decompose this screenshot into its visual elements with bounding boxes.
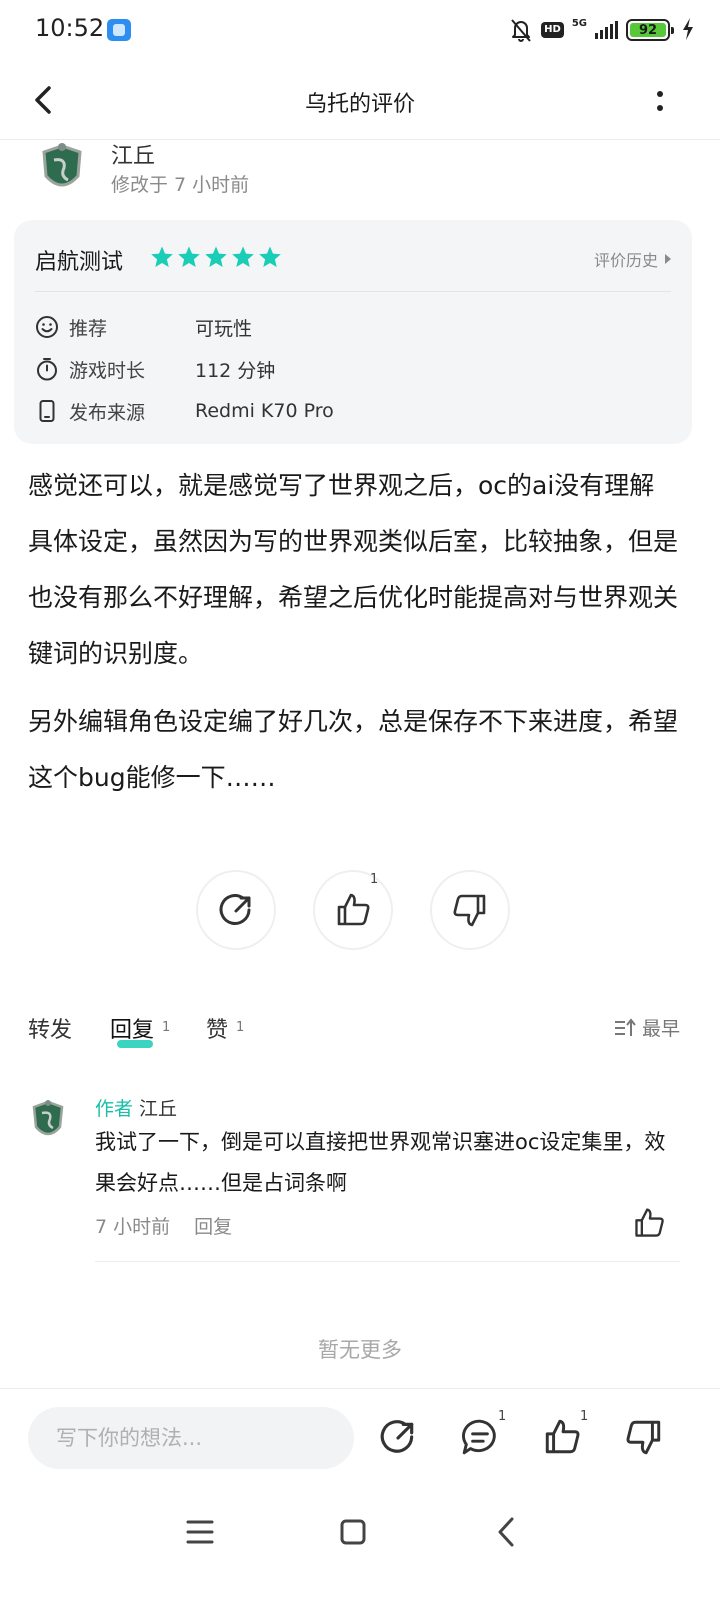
tab-label: 赞 bbox=[206, 1018, 229, 1043]
tab-count: 1 bbox=[236, 1020, 245, 1035]
phone-icon bbox=[39, 400, 55, 422]
thumbs-up-icon bbox=[337, 893, 370, 926]
comment-input[interactable] bbox=[28, 1407, 354, 1469]
info-row-recommend: 推荐 可玩性 bbox=[35, 312, 252, 342]
info-key: 发布来源 bbox=[69, 401, 146, 424]
share-icon[interactable] bbox=[378, 1417, 418, 1457]
page-title: 乌托的评价 bbox=[304, 92, 415, 117]
tab-count: 1 bbox=[162, 1020, 171, 1035]
author-name[interactable]: 江丘 bbox=[111, 138, 155, 170]
tab-forward[interactable]: 转发 bbox=[28, 1012, 72, 1044]
tab-reply[interactable]: 回复 1 bbox=[110, 1012, 170, 1044]
system-nav-bar bbox=[0, 1490, 720, 1600]
bottom-action-bar: 1 1 bbox=[0, 1388, 720, 1488]
no-more-text: 暂无更多 bbox=[318, 1338, 402, 1362]
comment-header: 作者 江丘 bbox=[95, 1094, 177, 1121]
sort-button[interactable]: 最早 bbox=[614, 1014, 680, 1041]
comment-icon[interactable] bbox=[460, 1417, 500, 1457]
battery-icon: 92 bbox=[626, 19, 674, 41]
info-value: Redmi K70 Pro bbox=[195, 400, 334, 422]
tab-likes[interactable]: 赞1 bbox=[206, 1012, 244, 1044]
share-icon bbox=[219, 894, 251, 925]
commenter-name[interactable]: 江丘 bbox=[139, 1098, 177, 1120]
info-value: 112 分钟 bbox=[195, 359, 276, 382]
comment-tabs: 转发 回复 1 赞1 最早 bbox=[28, 1012, 692, 1052]
thumbs-down-icon bbox=[453, 894, 486, 927]
tab-label: 回复 bbox=[110, 1018, 155, 1043]
like-count: 1 bbox=[370, 872, 379, 887]
rating-label: 启航测试 bbox=[35, 250, 124, 275]
menu-icon[interactable] bbox=[178, 1510, 222, 1554]
tab-label: 转发 bbox=[28, 1018, 73, 1043]
info-row-playtime: 游戏时长 112 分钟 bbox=[35, 354, 275, 384]
share-button[interactable] bbox=[196, 870, 276, 950]
nav-back-icon[interactable] bbox=[484, 1510, 528, 1554]
comment-reply-button[interactable]: 回复 bbox=[194, 1216, 232, 1238]
star-icon bbox=[178, 246, 200, 267]
status-icons: HD 5G 92 bbox=[509, 16, 674, 44]
author-edit-time: 修改于 7 小时前 bbox=[111, 174, 250, 196]
comment-text: 我试了一下，倒是可以直接把世界观常识塞进oc设定集里，效果会好点……但是占词条啊 bbox=[95, 1130, 666, 1195]
like-count: 1 bbox=[580, 1409, 589, 1424]
comment-divider bbox=[95, 1261, 680, 1262]
timer-icon bbox=[37, 358, 57, 381]
star-rating bbox=[150, 245, 282, 269]
info-row-source: 发布来源 Redmi K70 Pro bbox=[35, 396, 334, 426]
status-time: 10:52 bbox=[35, 14, 105, 42]
comment-like-icon[interactable] bbox=[632, 1206, 666, 1240]
star-icon bbox=[232, 246, 254, 267]
home-icon[interactable] bbox=[331, 1510, 375, 1554]
info-key: 游戏时长 bbox=[69, 359, 146, 382]
more-options-icon[interactable] bbox=[648, 88, 672, 114]
caret-right-icon bbox=[665, 254, 671, 264]
review-paragraph: 另外编辑角色设定编了好几次，总是保存不下来进度，希望这个bug能修一下…… bbox=[28, 707, 679, 792]
commenter-avatar[interactable] bbox=[28, 1097, 68, 1143]
info-value: 可玩性 bbox=[195, 317, 253, 340]
review-card: 启航测试 评价历史 推荐 可玩性 游戏时长 112 分钟 发布来源 Redmi … bbox=[14, 220, 692, 444]
comment-meta: 7 小时前 回复 bbox=[95, 1212, 232, 1239]
comment-time: 7 小时前 bbox=[95, 1216, 171, 1238]
card-divider bbox=[35, 291, 671, 292]
author-avatar[interactable] bbox=[34, 140, 90, 196]
smile-icon bbox=[36, 316, 58, 338]
network-type: 5G bbox=[571, 18, 587, 29]
battery-level: 92 bbox=[630, 23, 666, 38]
review-paragraph: 感觉还可以，就是感觉写了世界观之后，oc的ai没有理解具体设定，虽然因为写的世界… bbox=[28, 471, 679, 668]
star-icon bbox=[151, 246, 173, 267]
rating-history-link[interactable]: 评价历史 bbox=[594, 247, 672, 271]
app-notification-icon bbox=[107, 19, 131, 41]
sort-icon bbox=[614, 1017, 636, 1036]
status-bar: 10:52 HD 5G 92 bbox=[0, 0, 720, 60]
thumbs-down-icon[interactable] bbox=[624, 1417, 664, 1457]
star-icon bbox=[205, 246, 227, 267]
dislike-button[interactable] bbox=[430, 870, 510, 950]
star-icon bbox=[259, 246, 281, 267]
rating-history-label: 评价历史 bbox=[593, 251, 658, 270]
mute-bell-icon bbox=[511, 19, 531, 42]
comment-count: 1 bbox=[498, 1409, 507, 1424]
charging-icon bbox=[683, 18, 693, 40]
review-body: 感觉还可以，就是感觉写了世界观之后，oc的ai没有理解具体设定，虽然因为写的世界… bbox=[28, 458, 678, 806]
signal-icon bbox=[595, 21, 618, 39]
sort-label: 最早 bbox=[641, 1018, 680, 1040]
hd-badge: HD bbox=[541, 22, 564, 38]
top-bar: 乌托的评价 bbox=[0, 62, 720, 140]
like-button[interactable] bbox=[313, 870, 393, 950]
author-tag: 作者 bbox=[95, 1098, 134, 1120]
thumbs-up-icon[interactable] bbox=[542, 1417, 582, 1457]
info-key: 推荐 bbox=[69, 317, 108, 340]
